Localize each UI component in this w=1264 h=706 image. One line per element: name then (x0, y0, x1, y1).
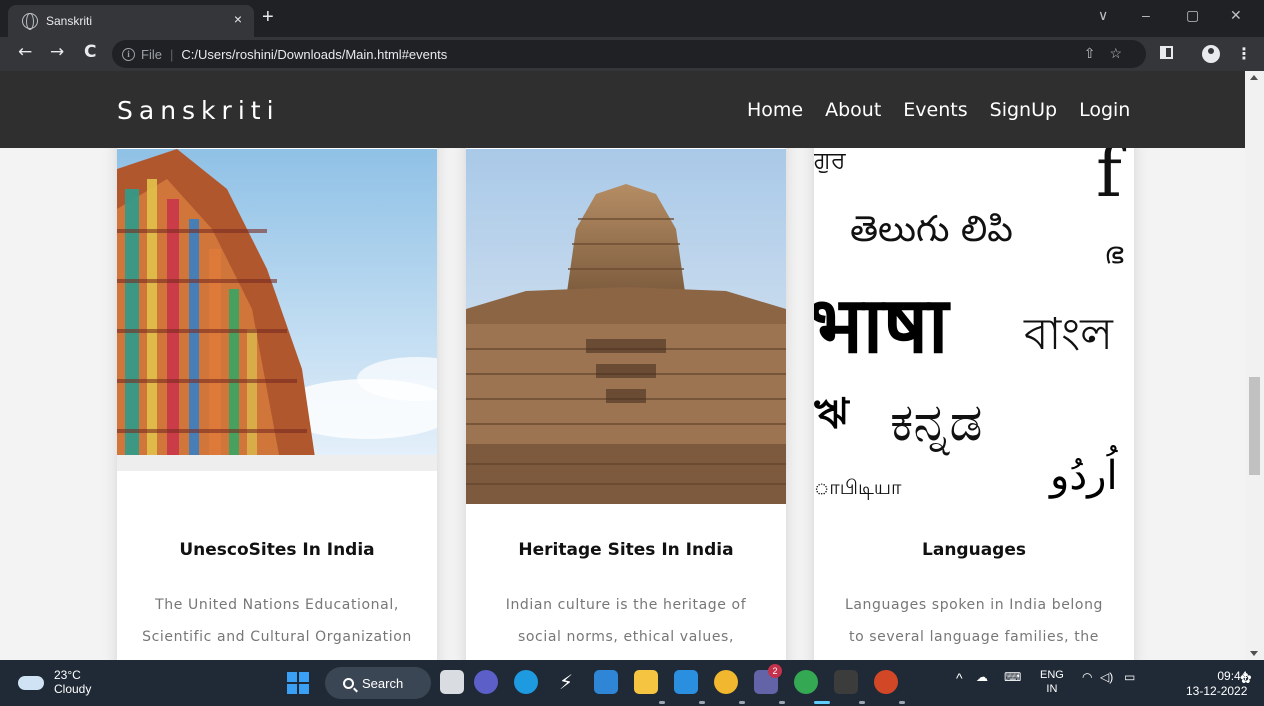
search-icon (343, 677, 354, 689)
reload-button[interactable]: C (84, 42, 96, 62)
volume-icon[interactable]: ◁) (1100, 670, 1113, 684)
tab-search-chevron-icon[interactable]: ∨ (1098, 7, 1108, 24)
card-image-indian-scripts: ਗੁਰ f తెలుగు లిపి ഭ भाषा বাংল ঋ ಕನ್ನಡ ாப… (814, 91, 1134, 511)
bolt-app-icon[interactable]: ⚡ (554, 670, 578, 694)
task-view-icon[interactable] (440, 670, 464, 694)
tray-overflow-icon[interactable]: ^ (956, 670, 963, 686)
battery-icon[interactable]: ▭ (1124, 670, 1135, 684)
nav-events[interactable]: Events (903, 99, 967, 121)
scroll-thumb[interactable] (1249, 377, 1260, 475)
forward-button[interactable]: → (50, 42, 64, 62)
site-brand[interactable]: Sanskriti (117, 96, 280, 125)
chrome-icon[interactable] (714, 670, 738, 694)
script-odia: ঋ (814, 389, 849, 438)
teams-chat-icon[interactable] (474, 670, 498, 694)
weather-temperature: 23°C (54, 668, 81, 682)
restore-button[interactable]: ▢ (1186, 7, 1199, 24)
card-title: UnescoSites In India (179, 540, 375, 560)
minimize-button[interactable]: – (1142, 7, 1150, 23)
card-image-ancient-temple (466, 149, 786, 504)
browser-tab[interactable]: Sanskriti × (8, 5, 254, 37)
script-gurmukhi: ਗੁਰ (814, 146, 846, 174)
edge-icon[interactable] (514, 670, 538, 694)
card-title: Languages (922, 540, 1026, 560)
side-panel-icon[interactable] (1160, 46, 1173, 59)
card-text: Indian culture is the heritage of social… (505, 597, 747, 645)
taskbar-search[interactable]: Search (325, 667, 431, 699)
mail-icon[interactable] (594, 670, 618, 694)
script-kannada: ಕನ್ನಡ (890, 393, 983, 453)
card-image-temple-gopuram (117, 149, 437, 471)
globe-icon (22, 13, 38, 30)
browser-tabstrip: Sanskriti × + ∨ – ▢ ✕ (0, 0, 1264, 37)
url-text[interactable]: C:/Users/roshini/Downloads/Main.html#eve… (181, 47, 447, 62)
event-card-languages[interactable]: ਗੁਰ f తెలుగు లిపి ഭ भाषा বাংল ঋ ಕನ್ನಡ ாப… (814, 91, 1134, 660)
browser-menu-icon[interactable]: ⋮ (1236, 44, 1252, 63)
card-text: The United Nations Educational, Scientif… (142, 597, 412, 645)
wifi-icon[interactable]: ◠ (1082, 670, 1092, 684)
card-title: Heritage Sites In India (518, 540, 734, 560)
powerpoint-icon[interactable] (874, 670, 898, 694)
chrome-active-icon[interactable] (794, 670, 818, 694)
script-devanagari: भाषा (814, 281, 949, 371)
vscode-icon[interactable] (674, 670, 698, 694)
profile-avatar-icon[interactable] (1202, 45, 1220, 63)
nav-home[interactable]: Home (747, 99, 803, 121)
ancient-temple-image (466, 149, 786, 504)
nav-about[interactable]: About (825, 99, 881, 121)
file-explorer-icon[interactable] (634, 670, 658, 694)
onedrive-icon[interactable]: ☁ (976, 670, 988, 684)
new-tab-button[interactable]: + (262, 6, 274, 29)
site-nav-links: Home About Events SignUp Login (747, 99, 1130, 121)
keyboard-icon[interactable]: ⌨ (1004, 670, 1021, 684)
script-malayalam: ഭ (1104, 236, 1124, 271)
share-icon[interactable]: ⇧ (1084, 45, 1110, 61)
address-bar[interactable]: i File | C:/Users/roshini/Downloads/Main… (112, 40, 1146, 68)
page-scrollbar[interactable] (1245, 71, 1264, 660)
taskbar-clock[interactable]: 09:44 13-12-2022 (1186, 669, 1247, 699)
scroll-up-arrow-icon[interactable] (1250, 75, 1258, 80)
site-navbar: Sanskriti Home About Events SignUp Login (0, 71, 1245, 148)
page-viewport: Sanskriti Home About Events SignUp Login (0, 71, 1264, 660)
close-window-button[interactable]: ✕ (1230, 7, 1242, 24)
bookmark-star-icon[interactable]: ☆ (1109, 45, 1136, 61)
nav-login[interactable]: Login (1079, 99, 1130, 121)
windows-taskbar: 23°C Cloudy Search ⚡ 2 ^ ☁ ⌨ ENG IN ◠ ◁)… (0, 660, 1264, 706)
url-scheme: File (141, 46, 162, 62)
event-card-heritage[interactable]: Heritage Sites In India Indian culture i… (466, 91, 786, 660)
weather-condition: Cloudy (54, 682, 92, 696)
clock-time: 09:44 (1217, 669, 1248, 683)
script-tamil: ாபிடியா (814, 475, 902, 499)
browser-toolbar: ← → C i File | C:/Users/roshini/Download… (0, 37, 1264, 71)
script-bengali: বাংল (1024, 309, 1113, 360)
teams-badge: 2 (768, 664, 782, 678)
active-app-indicator (814, 701, 830, 704)
notification-bell-icon[interactable]: ✿ (1240, 670, 1252, 687)
clock-date: 13-12-2022 (1186, 684, 1248, 698)
tab-close-button[interactable]: × (234, 11, 242, 27)
taskbar-search-label: Search (362, 675, 404, 691)
tab-title: Sanskriti (46, 14, 93, 28)
language-indicator[interactable]: ENG IN (1040, 668, 1064, 696)
back-button[interactable]: ← (18, 42, 32, 62)
info-icon[interactable]: i (122, 47, 135, 61)
teams-icon[interactable]: 2 (754, 664, 782, 694)
event-card-unesco[interactable]: UnescoSites In India The United Nations … (117, 91, 437, 660)
url-separator: | (169, 46, 174, 62)
card-text: Languages spoken in India belong to seve… (844, 597, 1104, 645)
terminal-icon[interactable] (834, 670, 858, 694)
script-urdu: اُردُو (1050, 453, 1118, 499)
windows-start-icon[interactable] (287, 672, 309, 694)
cloud-icon (18, 676, 44, 690)
temple-gopuram-image (117, 149, 437, 471)
script-telugu: తెలుగు లిపి (850, 209, 1013, 250)
nav-signup[interactable]: SignUp (990, 99, 1057, 121)
scroll-down-arrow-icon[interactable] (1250, 651, 1258, 656)
